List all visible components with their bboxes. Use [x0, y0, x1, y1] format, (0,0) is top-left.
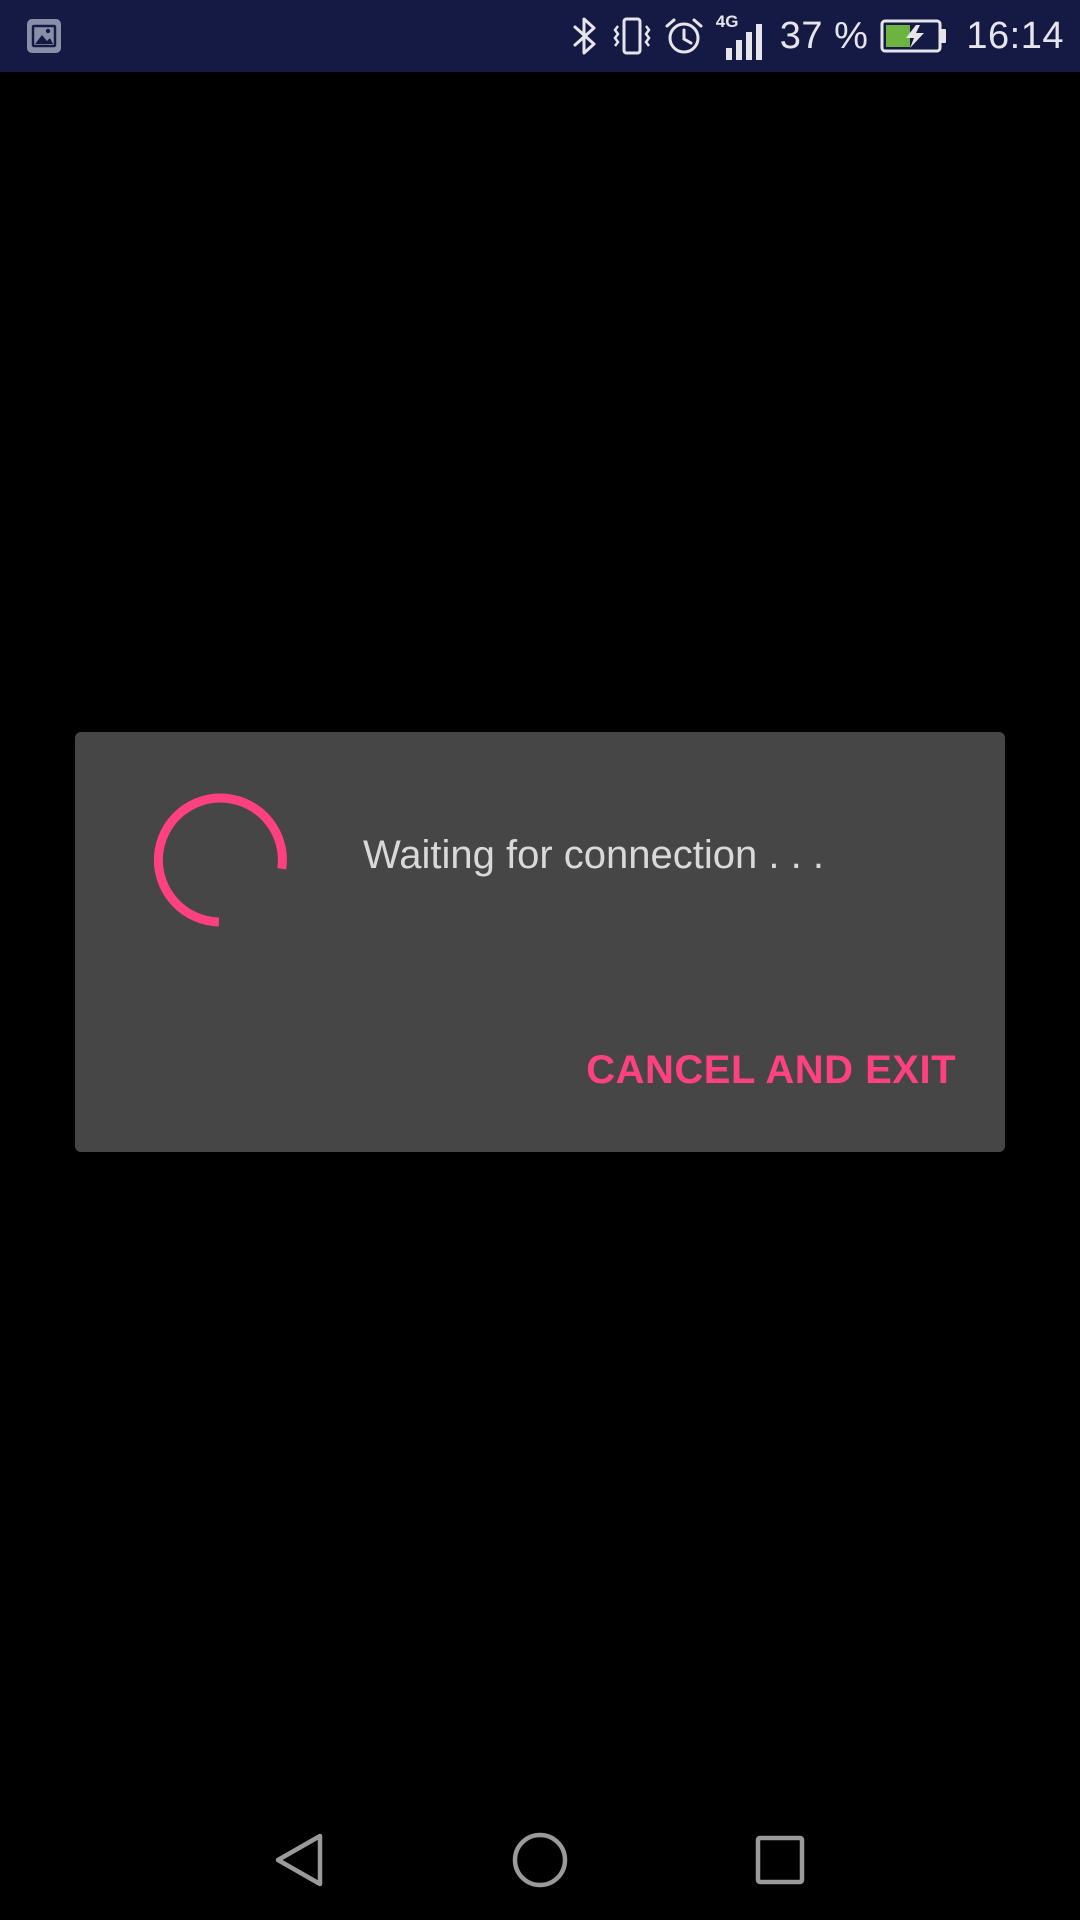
screen: 4G 37 % 16:14 Waiting for connection . .…	[0, 0, 1080, 1920]
gallery-icon	[27, 19, 61, 53]
clock: 16:14	[966, 14, 1064, 57]
home-button[interactable]	[480, 1800, 600, 1920]
bluetooth-icon	[573, 17, 596, 55]
signal-icon	[725, 24, 762, 60]
dialog-message: Waiting for connection . . .	[363, 833, 824, 877]
vibrate-icon	[613, 17, 651, 55]
recents-button[interactable]	[720, 1800, 840, 1920]
status-bar: 4G 37 % 16:14	[0, 0, 1080, 72]
status-icons: 4G 37 % 16:14	[570, 0, 1064, 72]
recents-icon	[755, 1835, 805, 1885]
alarm-icon	[665, 18, 703, 54]
back-icon	[275, 1833, 323, 1887]
home-icon	[512, 1832, 568, 1888]
cancel-and-exit-button[interactable]: CANCEL AND EXIT	[560, 1040, 956, 1100]
navigation-bar	[0, 1800, 1080, 1920]
battery-charging-icon	[880, 19, 947, 53]
back-button[interactable]	[240, 1800, 360, 1920]
signal-indicator: 4G	[716, 8, 768, 64]
battery-percent: 37 %	[779, 14, 869, 57]
loading-spinner-icon	[153, 793, 287, 927]
